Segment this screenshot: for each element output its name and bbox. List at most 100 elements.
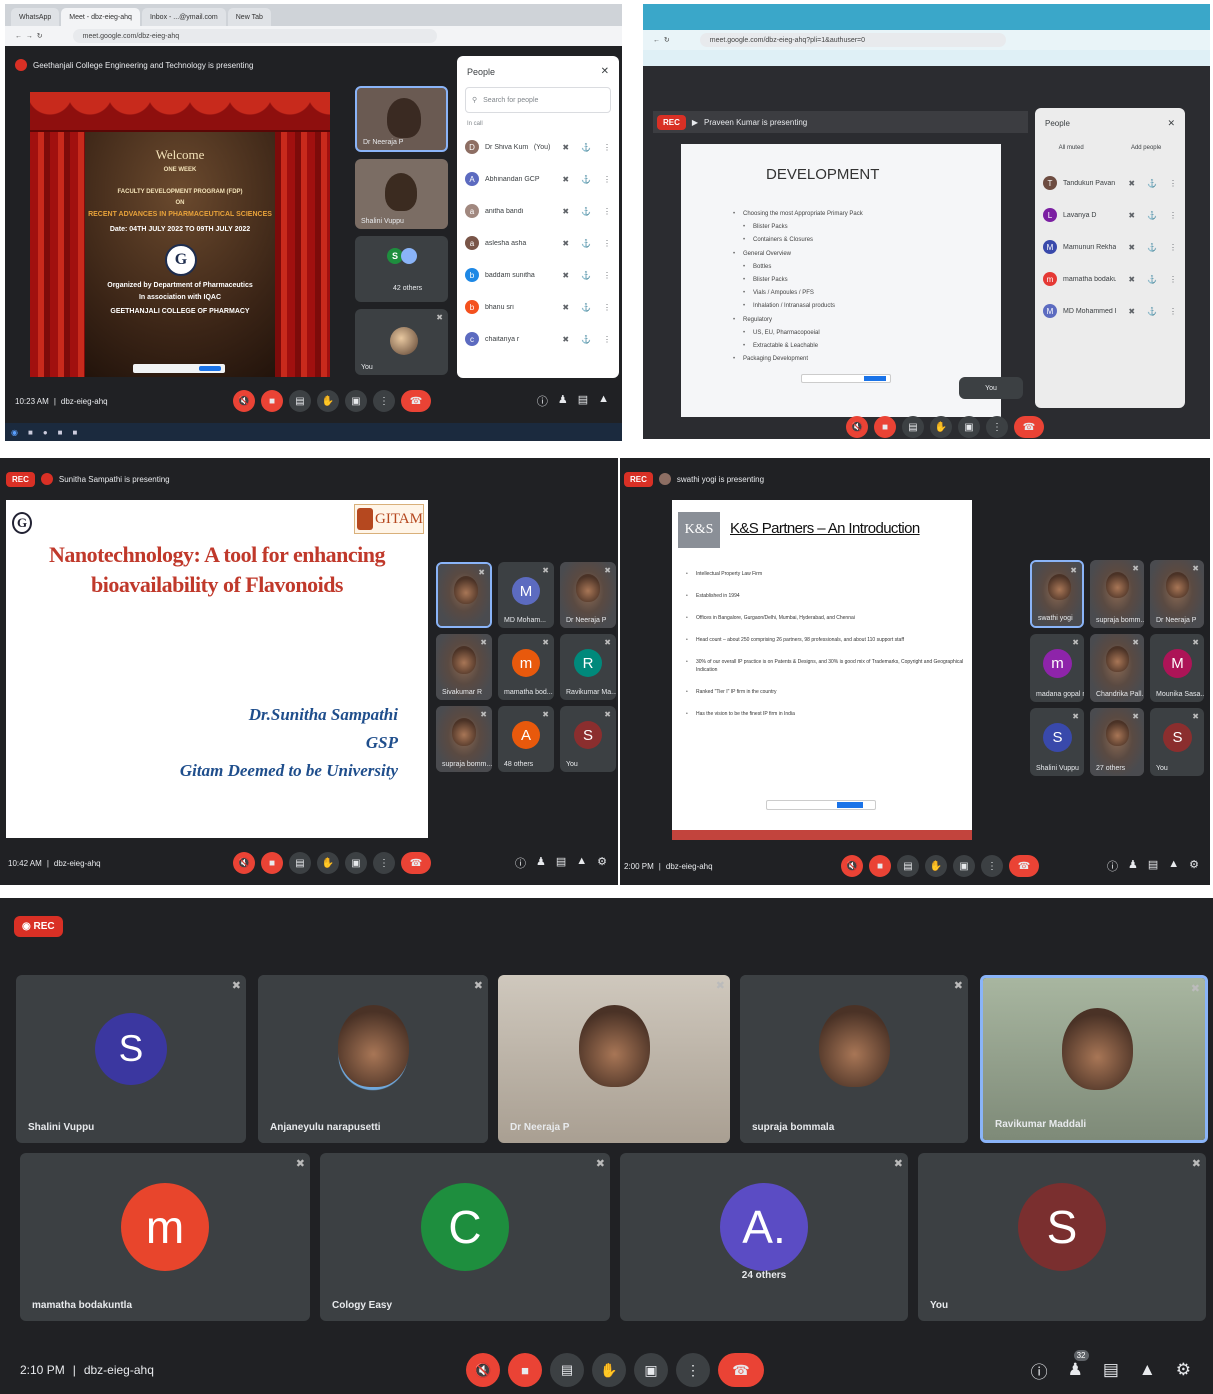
people-icon[interactable]: ♟ 32 [1068,1350,1089,1380]
more-options-icon[interactable]: ⋮ [676,1353,710,1387]
camera-off-icon[interactable]: ■ [869,855,891,877]
add-people-button[interactable]: Add people [1131,145,1161,151]
camera-off-icon[interactable]: ■ [261,390,283,412]
info-icon[interactable]: ⓘ [1031,1358,1048,1383]
more-options-icon[interactable]: ⋮ [373,390,395,412]
participant-tile[interactable]: A. ✖ 24 others [620,1153,908,1321]
raise-hand-icon[interactable]: ✋ [317,390,339,412]
activities-icon[interactable]: ▲ [598,393,609,409]
reload-icon[interactable]: ↻ [664,36,670,44]
mic-off-icon[interactable]: ✖ [1128,243,1135,252]
pin-icon[interactable]: ⚓ [1147,211,1157,220]
pin-icon[interactable]: ⚓ [1147,275,1157,284]
present-icon[interactable]: ▣ [634,1353,668,1387]
mic-off-icon[interactable]: ✖ [1128,307,1135,316]
taskbar-app-icon[interactable]: ■ [28,428,33,437]
participant-tile[interactable]: M ✖ Mounika Sasa... [1150,634,1204,702]
stop-sharing-btn[interactable] [837,802,863,808]
participant-tile[interactable]: S ✖ You [1150,708,1204,776]
self-view-pip[interactable]: You [959,377,1023,399]
pin-icon[interactable]: ⚓ [1147,179,1157,188]
participant-tile[interactable]: m ✖ mamatha bod... [498,634,554,700]
browser-tab[interactable]: Meet - dbz-eieg-ahq [61,8,140,26]
raise-hand-icon[interactable]: ✋ [317,852,339,874]
participant-tile[interactable]: S ✖ Shalini Vuppu [1030,708,1084,776]
mic-off-icon[interactable]: ✖ [1128,179,1135,188]
close-icon[interactable]: ✕ [1167,118,1175,129]
people-search-input[interactable]: ⚲ Search for people [465,87,611,113]
end-call-icon[interactable]: ☎ [401,390,431,412]
more-options-icon[interactable]: ⋮ [603,239,611,248]
chat-icon[interactable]: ▤ [1148,858,1158,874]
mic-off-icon[interactable]: 🔇 [846,416,868,438]
mic-off-icon[interactable]: ✖ [1128,275,1135,284]
pin-icon[interactable]: ⚓ [581,239,591,248]
host-controls-icon[interactable]: ⚙ [1176,1360,1191,1380]
participant-tile[interactable]: S ✖ Shalini Vuppu [16,975,246,1143]
end-call-icon[interactable]: ☎ [1009,855,1039,877]
mic-off-icon[interactable]: ✖ [562,271,569,280]
participant-tile[interactable]: ✖ Sivakumar R [436,634,492,700]
participant-tile[interactable]: ✖ Dr Neeraja P [498,975,730,1143]
more-options-icon[interactable]: ⋮ [986,416,1008,438]
participant-tile[interactable]: A ✖ 48 others [498,706,554,772]
people-list-item[interactable]: L Lavanya D ✖ ⚓ ⋮ [1035,199,1185,231]
people-icon[interactable]: ♟ [558,393,568,409]
pin-icon[interactable]: ⚓ [1147,307,1157,316]
participant-tile[interactable]: S ✖ You [918,1153,1206,1321]
chat-icon[interactable]: ▤ [1103,1360,1119,1380]
more-options-icon[interactable]: ⋮ [603,143,611,152]
pin-icon[interactable]: ⚓ [581,207,591,216]
mic-off-icon[interactable]: 🔇 [233,852,255,874]
participant-tile[interactable]: S 42 others [355,236,448,302]
browser-tab[interactable]: Inbox - ...@ymail.com [141,8,226,26]
activities-icon[interactable]: ▲ [1168,858,1179,874]
present-icon[interactable]: ▣ [345,852,367,874]
mic-off-icon[interactable]: 🔇 [466,1353,500,1387]
stop-sharing-btn[interactable] [864,376,886,381]
people-list-item[interactable]: A Abhinandan GCP ✖ ⚓ ⋮ [457,163,619,195]
forward-icon[interactable]: → [26,33,33,40]
browser-tab[interactable]: WhatsApp [11,8,60,26]
participant-tile[interactable]: C ✖ Cology Easy [320,1153,610,1321]
url-field[interactable]: meet.google.com/dbz-eieg-ahq?pli=1&authu… [699,33,1007,47]
participant-tile[interactable]: Dr Neeraja P [355,86,448,152]
pin-icon[interactable]: ⚓ [1147,243,1157,252]
mic-off-icon[interactable]: ✖ [562,239,569,248]
more-options-icon[interactable]: ⋮ [373,852,395,874]
camera-off-icon[interactable]: ■ [508,1353,542,1387]
end-call-icon[interactable]: ☎ [1014,416,1044,438]
activities-icon[interactable]: ▲ [576,855,587,871]
participant-tile[interactable]: ✖ supraja bomm... [436,706,492,772]
participant-tile[interactable]: Shalini Vuppu [355,159,448,229]
people-icon[interactable]: ♟ [1128,858,1138,874]
activities-icon[interactable]: ▲ [1139,1360,1156,1380]
more-options-icon[interactable]: ⋮ [1169,275,1177,284]
participant-tile[interactable]: ✖ Dr Neeraja P [1150,560,1204,628]
end-call-icon[interactable]: ☎ [401,852,431,874]
participant-tile[interactable]: S ✖ You [560,706,616,772]
people-list-item[interactable]: m mamatha bodaku... ✖ ⚓ ⋮ [1035,263,1185,295]
participant-tile[interactable]: ✖ Anjaneyulu narapusetti [258,975,488,1143]
more-options-icon[interactable]: ⋮ [1169,211,1177,220]
mute-all-button[interactable]: All muted [1059,145,1084,151]
participant-tile[interactable]: ✖ 27 others [1090,708,1144,776]
more-options-icon[interactable]: ⋮ [603,175,611,184]
more-options-icon[interactable]: ⋮ [981,855,1003,877]
mic-off-icon[interactable]: ✖ [562,207,569,216]
participant-tile-self[interactable]: ✖ You [355,309,448,375]
start-icon[interactable]: ◉ [11,428,18,437]
taskbar-app-icon[interactable]: ■ [73,428,78,437]
people-list-item[interactable]: a aslesha asha ✖ ⚓ ⋮ [457,227,619,259]
raise-hand-icon[interactable]: ✋ [930,416,952,438]
url-field[interactable]: meet.google.com/dbz-eieg-ahq [72,29,437,43]
captions-icon[interactable]: ▤ [897,855,919,877]
participant-tile[interactable]: m ✖ mamatha bodakuntla [20,1153,310,1321]
info-icon[interactable]: ⓘ [515,855,526,871]
taskbar-app-icon[interactable]: ■ [58,428,63,437]
more-options-icon[interactable]: ⋮ [603,303,611,312]
mic-off-icon[interactable]: ✖ [1128,211,1135,220]
captions-icon[interactable]: ▤ [289,390,311,412]
people-list-item[interactable]: T Tandukuri Pavan ✖ ⚓ ⋮ [1035,167,1185,199]
captions-icon[interactable]: ▤ [902,416,924,438]
